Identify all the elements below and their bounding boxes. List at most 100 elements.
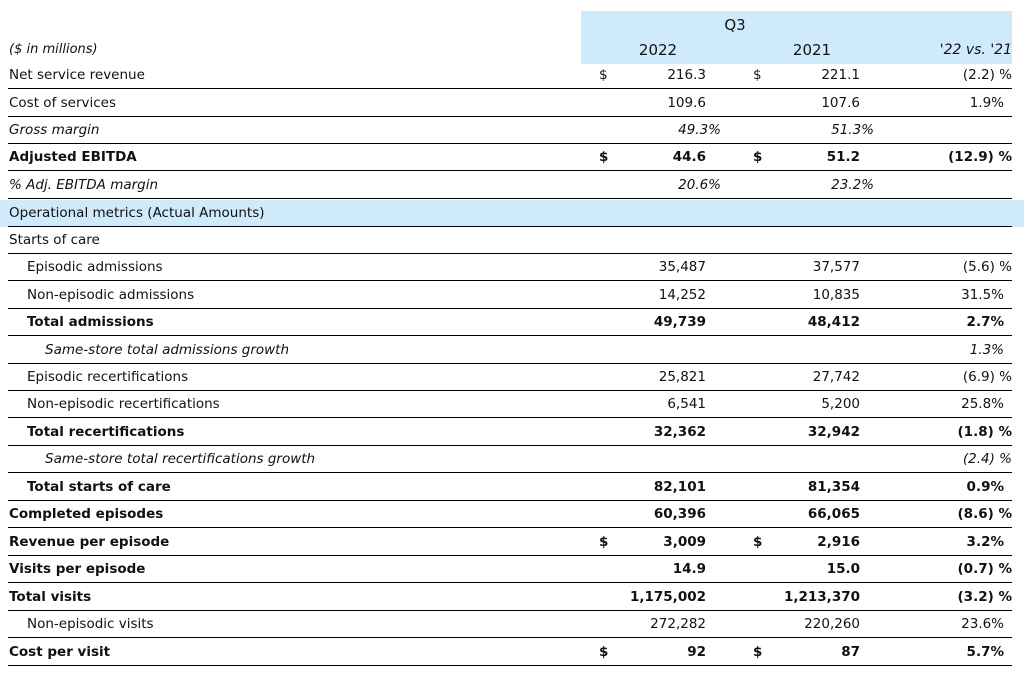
value-change: (1.8) % — [957, 424, 1012, 440]
table-row: Same-store total recertifications growth… — [0, 446, 1024, 473]
row-label: % Adj. EBITDA margin — [9, 177, 159, 193]
value-2021: 23.2% — [831, 177, 874, 193]
currency-symbol: $ — [599, 67, 608, 83]
column-header-change: '22 vs. '21 — [939, 42, 1012, 58]
row-label: Starts of care — [9, 232, 100, 248]
row-label: Episodic recertifications — [27, 369, 189, 385]
units-label: ($ in millions) — [9, 42, 98, 57]
value-change: (8.6) % — [957, 506, 1012, 522]
column-header-2021: 2021 — [792, 41, 832, 59]
table-row: Same-store total admissions growth 1.3% — [0, 337, 1024, 364]
value-change: 1.3% — [969, 342, 1004, 358]
value-2021: 51.2 — [826, 149, 860, 165]
value-2021: 81,354 — [807, 479, 860, 495]
value-2021: 220,260 — [804, 616, 860, 632]
currency-symbol: $ — [753, 67, 762, 83]
value-2021: 2,916 — [817, 534, 860, 550]
value-2022: 14.9 — [672, 561, 706, 577]
value-change: 3.2% — [966, 534, 1004, 550]
value-2021: 87 — [841, 644, 860, 660]
table-row: Total starts of care 82,101 81,354 0.9% — [0, 474, 1024, 501]
value-change: (6.9) % — [962, 369, 1012, 385]
row-label: Same-store total recertifications growth — [45, 451, 316, 467]
table-row: Episodic recertifications 25,821 27,742 … — [0, 364, 1024, 391]
row-label: Total visits — [9, 589, 92, 605]
value-2022: 44.6 — [672, 149, 706, 165]
row-label: Net service revenue — [9, 67, 145, 83]
value-2021: 32,942 — [807, 424, 860, 440]
currency-symbol: $ — [599, 149, 609, 165]
value-2022: 35,487 — [658, 259, 706, 275]
value-2022: 216.3 — [667, 67, 706, 83]
value-2022: 60,396 — [653, 506, 706, 522]
table-row: Non-episodic recertifications 6,541 5,20… — [0, 391, 1024, 418]
value-2022: 109.6 — [667, 95, 706, 111]
value-2022: 82,101 — [653, 479, 706, 495]
value-change: 0.9% — [966, 479, 1004, 495]
table-row: Non-episodic visits 272,282 220,260 23.6… — [0, 611, 1024, 638]
table-row: Starts of care — [0, 227, 1024, 254]
value-2021: 107.6 — [821, 95, 860, 111]
value-change: (5.6) % — [962, 259, 1012, 275]
value-2021: 27,742 — [812, 369, 860, 385]
value-2022: 1,175,002 — [629, 589, 706, 605]
value-change: (12.9) % — [948, 149, 1012, 165]
value-2021: 221.1 — [821, 67, 860, 83]
value-2022: 272,282 — [650, 616, 706, 632]
row-label: Non-episodic admissions — [27, 287, 195, 303]
currency-symbol: $ — [599, 534, 609, 550]
row-label: Revenue per episode — [9, 534, 170, 550]
table-row: Completed episodes 60,396 66,065 (8.6) % — [0, 501, 1024, 528]
value-2022: 32,362 — [653, 424, 706, 440]
value-2022: 3,009 — [663, 534, 706, 550]
row-label: Total recertifications — [27, 424, 185, 440]
value-2021: 37,577 — [812, 259, 860, 275]
row-label: Cost of services — [9, 95, 116, 111]
currency-symbol: $ — [599, 644, 609, 660]
table-row: Total recertifications 32,362 32,942 (1.… — [0, 419, 1024, 446]
table-row: Revenue per episode $ 3,009 $ 2,916 3.2% — [0, 529, 1024, 556]
table-row: Total admissions 49,739 48,412 2.7% — [0, 309, 1024, 336]
table-row: Total visits 1,175,002 1,213,370 (3.2) % — [0, 584, 1024, 611]
row-label: Episodic admissions — [27, 259, 163, 275]
value-change: 25.8% — [961, 396, 1004, 412]
period-header: Q3 — [724, 16, 746, 34]
row-label: Completed episodes — [9, 506, 164, 522]
table-row: % Adj. EBITDA margin 20.6% 23.2% — [0, 172, 1024, 199]
table-row: Cost of services 109.6 107.6 1.9% — [0, 90, 1024, 117]
value-2022: 6,541 — [667, 396, 706, 412]
value-2021: 51.3% — [831, 122, 874, 138]
value-2022: 92 — [687, 644, 706, 660]
value-change: 5.7% — [966, 644, 1004, 660]
value-change: (2.4) % — [962, 451, 1012, 467]
row-label: Total starts of care — [27, 479, 171, 495]
value-2021: 1,213,370 — [783, 589, 860, 605]
table-row: Visits per episode 14.9 15.0 (0.7) % — [0, 556, 1024, 583]
value-2022: 49.3% — [678, 122, 721, 138]
row-label: Gross margin — [9, 122, 100, 138]
value-change: (0.7) % — [957, 561, 1012, 577]
value-change: 31.5% — [961, 287, 1004, 303]
row-label: Non-episodic visits — [27, 616, 154, 632]
table-row: Adjusted EBITDA $ 44.6 $ 51.2 (12.9) % — [0, 144, 1024, 171]
table-row: Gross margin 49.3% 51.3% — [0, 117, 1024, 144]
financial-table: Q3 ($ in millions) 2022 2021 '22 vs. '21… — [0, 0, 1024, 679]
table-row: Episodic admissions 35,487 37,577 (5.6) … — [0, 254, 1024, 281]
value-2021: 10,835 — [812, 287, 860, 303]
value-change: (3.2) % — [957, 589, 1012, 605]
value-change: (2.2) % — [962, 67, 1012, 83]
table-row: Net service revenue $ 216.3 $ 221.1 (2.2… — [0, 62, 1024, 89]
value-2021: 5,200 — [821, 396, 860, 412]
value-2021: 15.0 — [826, 561, 860, 577]
currency-symbol: $ — [753, 149, 763, 165]
value-2021: 66,065 — [807, 506, 860, 522]
value-change: 1.9% — [969, 95, 1004, 111]
section-title: Operational metrics (Actual Amounts) — [9, 205, 265, 221]
value-2022: 14,252 — [658, 287, 706, 303]
value-change: 23.6% — [961, 616, 1004, 632]
row-label: Cost per visit — [9, 644, 111, 660]
column-header-2022: 2022 — [638, 41, 678, 59]
value-change: 2.7% — [966, 314, 1004, 330]
value-2022: 49,739 — [653, 314, 706, 330]
row-label: Visits per episode — [9, 561, 146, 577]
